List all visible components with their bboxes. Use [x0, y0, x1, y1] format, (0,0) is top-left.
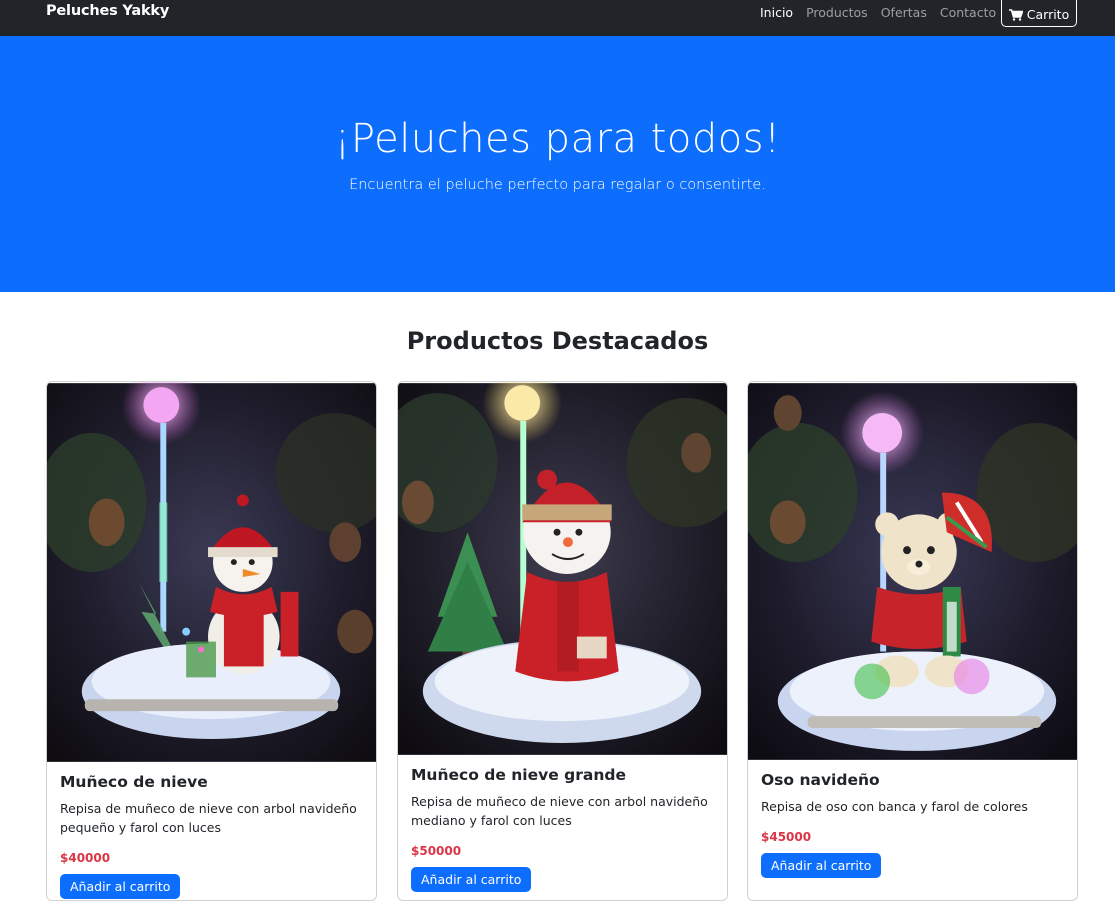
product-card: Muñeco de nieve grande Repisa de muñeco … — [397, 381, 728, 901]
product-description: Repisa de muñeco de nieve con arbol navi… — [411, 794, 708, 828]
nav-link-contacto[interactable]: Contacto — [940, 5, 996, 20]
shopping-cart-icon — [1008, 8, 1023, 21]
product-image-christmas-bear[interactable] — [748, 382, 1077, 761]
product-name: Muñeco de nieve grande — [411, 766, 626, 784]
nav-link-ofertas[interactable]: Ofertas — [881, 5, 927, 20]
add-to-cart-button[interactable]: Añadir al carrito — [761, 853, 882, 878]
nav-link-productos[interactable]: Productos — [806, 5, 868, 20]
nav-links: Inicio Productos Ofertas Contacto — [760, 5, 1009, 20]
product-description: Repisa de oso con banca y farol de color… — [761, 799, 1028, 814]
nav-link-inicio[interactable]: Inicio — [760, 5, 793, 20]
product-card: Oso navideño Repisa de oso con banca y f… — [747, 381, 1078, 901]
navbar: Peluches Yakky Inicio Productos Ofertas … — [0, 0, 1115, 36]
product-name: Oso navideño — [761, 771, 880, 789]
cart-button[interactable]: Carrito — [1001, 0, 1077, 27]
product-price: $40000 — [60, 851, 111, 865]
add-to-cart-button[interactable]: Añadir al carrito — [60, 874, 181, 899]
hero-title: ¡Peluches para todos! — [334, 116, 781, 162]
brand-logo[interactable]: Peluches Yakky — [46, 3, 169, 19]
hero-banner: ¡Peluches para todos! Encuentra el peluc… — [0, 36, 1115, 292]
product-name: Muñeco de nieve — [60, 773, 208, 791]
hero-subtitle: Encuentra el peluche perfecto para regal… — [349, 177, 766, 193]
product-description: Repisa de muñeco de nieve con arbol navi… — [60, 801, 357, 835]
product-image-snowman[interactable] — [47, 382, 376, 763]
add-to-cart-button[interactable]: Añadir al carrito — [411, 867, 532, 892]
product-price: $45000 — [761, 830, 812, 844]
product-image-snowman-large[interactable] — [398, 382, 727, 756]
cart-label: Carrito — [1026, 7, 1070, 22]
product-card: Muñeco de nieve Repisa de muñeco de niev… — [46, 381, 377, 901]
product-price: $50000 — [411, 844, 462, 858]
section-title: Productos Destacados — [406, 327, 709, 355]
